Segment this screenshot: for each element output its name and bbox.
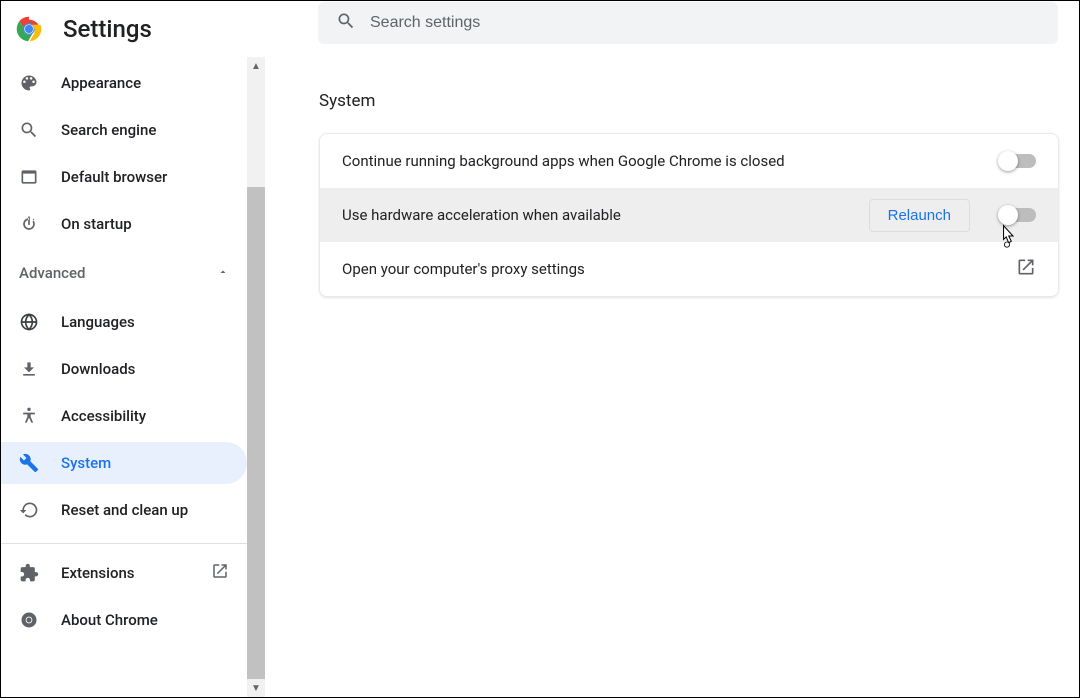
search-icon [19,120,39,140]
chrome-logo-icon [15,15,43,43]
search-settings-field[interactable] [318,2,1058,44]
sidebar-scrollbar[interactable]: ▲ ▼ [247,57,265,697]
globe-icon [19,312,39,332]
title-bar: Settings [1,1,1079,57]
external-link-icon [211,562,229,584]
sidebar-item-label: Appearance [61,74,141,92]
chrome-icon [19,610,39,630]
restore-icon [19,500,39,520]
sidebar-item-label: Downloads [61,360,135,378]
sidebar-item-label: Search engine [61,121,156,139]
puzzle-icon [19,563,39,583]
download-icon [19,359,39,379]
browser-window-icon [19,167,39,187]
toggle-background-apps[interactable] [1000,154,1036,168]
scrollbar-down-arrow[interactable]: ▼ [247,679,265,697]
sidebar-item-downloads[interactable]: Downloads [1,348,247,390]
main-content: System Continue running background apps … [265,57,1079,697]
power-icon [19,214,39,234]
system-settings-card: Continue running background apps when Go… [319,133,1059,297]
sidebar-section-advanced[interactable]: Advanced [1,250,247,296]
sidebar-item-about-chrome[interactable]: About Chrome [1,599,247,641]
relaunch-button[interactable]: Relaunch [869,199,970,232]
sidebar-item-accessibility[interactable]: Accessibility [1,395,247,437]
section-heading: System [319,91,1059,111]
scrollbar-up-arrow[interactable]: ▲ [247,57,265,75]
accessibility-icon [19,406,39,426]
sidebar-item-search-engine[interactable]: Search engine [1,109,247,151]
toggle-hardware-acceleration[interactable] [1000,208,1036,222]
sidebar-item-reset[interactable]: Reset and clean up [1,489,247,531]
sidebar-item-system[interactable]: System [1,442,247,484]
sidebar-item-label: Extensions [61,564,135,582]
search-input[interactable] [370,14,1040,32]
chevron-up-icon [217,264,229,282]
row-label: Open your computer's proxy settings [342,260,1004,278]
sidebar-divider [1,543,247,544]
sidebar-item-languages[interactable]: Languages [1,301,247,343]
sidebar-item-label: Languages [61,313,135,331]
sidebar: Appearance Search engine Default browser… [1,57,265,697]
sidebar-item-default-browser[interactable]: Default browser [1,156,247,198]
row-hardware-acceleration[interactable]: Use hardware acceleration when available… [320,188,1058,242]
wrench-icon [19,453,39,473]
page-title: Settings [63,15,152,43]
sidebar-item-label: System [61,454,111,472]
sidebar-item-label: About Chrome [61,611,158,629]
sidebar-item-label: On startup [61,215,132,233]
external-link-icon [1016,257,1036,281]
row-proxy-settings[interactable]: Open your computer's proxy settings [320,242,1058,296]
sidebar-item-label: Reset and clean up [61,501,188,519]
advanced-label: Advanced [19,264,85,282]
scrollbar-thumb[interactable] [247,187,265,679]
row-label: Continue running background apps when Go… [342,152,988,170]
palette-icon [19,73,39,93]
row-background-apps[interactable]: Continue running background apps when Go… [320,134,1058,188]
sidebar-item-label: Default browser [61,168,167,186]
sidebar-item-on-startup[interactable]: On startup [1,203,247,245]
sidebar-item-extensions[interactable]: Extensions [1,552,247,594]
row-label: Use hardware acceleration when available [342,206,857,224]
search-icon [336,11,356,35]
sidebar-item-label: Accessibility [61,407,146,425]
sidebar-item-appearance[interactable]: Appearance [1,62,247,104]
